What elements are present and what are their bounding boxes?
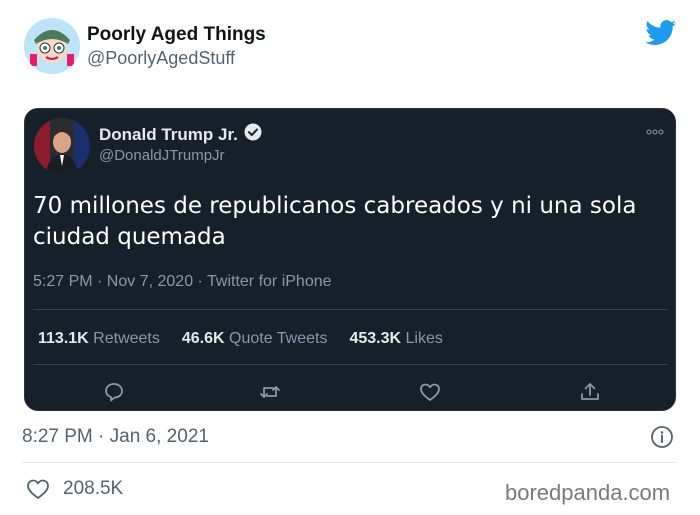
like-icon [418, 380, 442, 404]
tweet-timestamp[interactable]: 8:27 PM · Jan 6, 2021 [22, 426, 209, 448]
embedded-tweet-text: 70 millones de republicanos cabreados y … [33, 193, 637, 250]
share-icon [578, 380, 602, 404]
twitter-bird-icon[interactable] [645, 20, 677, 46]
account-handle[interactable]: @PoorlyAgedStuff [87, 48, 235, 69]
verified-badge-icon [244, 123, 262, 146]
embedded-stats: 113.1K Retweets 46.6K Quote Tweets 453.3… [38, 330, 443, 348]
more-options-icon [646, 122, 664, 138]
divider [33, 364, 667, 365]
heart-icon[interactable] [26, 478, 50, 500]
stat-retweets: 113.1K Retweets [38, 330, 160, 347]
watermark: boredpanda.com [505, 480, 671, 505]
divider [33, 309, 667, 310]
account-name[interactable]: Poorly Aged Things [87, 24, 266, 46]
divider [22, 462, 676, 463]
embedded-author-handle: @DonaldJTrumpJr [99, 147, 225, 164]
stat-likes: 453.3K Likes [349, 330, 443, 347]
embedded-author-name-text: Donald Trump Jr. [99, 124, 238, 144]
avatar[interactable] [24, 18, 80, 74]
like-count: 208.5K [63, 478, 124, 499]
stat-quote-tweets: 46.6K Quote Tweets [181, 330, 328, 347]
embedded-tweet-meta: 5:27 PM · Nov 7, 2020 · Twitter for iPho… [33, 273, 332, 290]
embedded-avatar [34, 118, 90, 174]
info-icon[interactable] [650, 425, 674, 449]
retweet-icon [258, 380, 282, 404]
reply-icon [102, 380, 126, 404]
embedded-author-name: Donald Trump Jr. [99, 123, 262, 146]
